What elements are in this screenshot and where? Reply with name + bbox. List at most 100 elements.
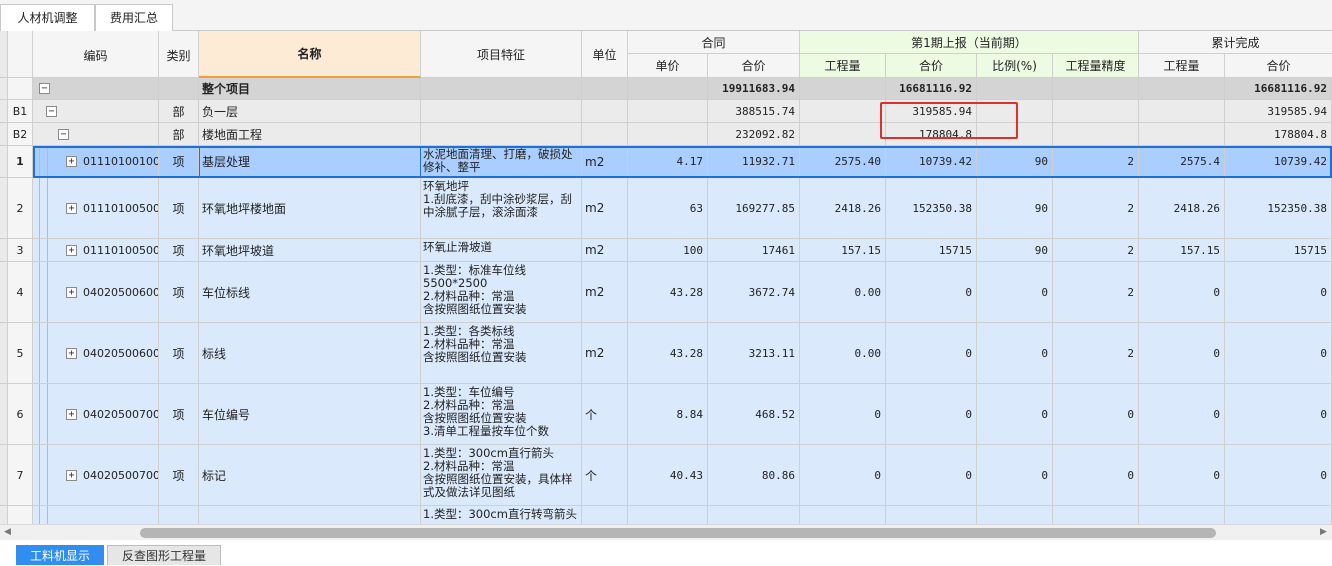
- cell-period-total[interactable]: 152350.38: [886, 178, 977, 239]
- cell-type[interactable]: 项: [159, 445, 199, 506]
- cell-code[interactable]: −: [33, 123, 159, 146]
- cell-cum-qty[interactable]: 2418.26: [1139, 178, 1225, 239]
- cell-period-ratio[interactable]: 90: [977, 146, 1053, 178]
- expand-icon[interactable]: +: [66, 244, 77, 256]
- cell-period-precision[interactable]: [1053, 506, 1139, 524]
- cell-period-total[interactable]: 0: [886, 262, 977, 323]
- cell-contract-total[interactable]: 19911683.94: [708, 78, 800, 100]
- cell-code[interactable]: +011101005001: [33, 178, 159, 239]
- cell-name[interactable]: 楼地面工程: [199, 123, 421, 146]
- cell-code[interactable]: +040205007001: [33, 384, 159, 445]
- cell-period-ratio[interactable]: 0: [977, 323, 1053, 384]
- header-cum-qty[interactable]: 工程量: [1139, 54, 1225, 78]
- cell-period-precision[interactable]: 0: [1053, 384, 1139, 445]
- cell-contract-price[interactable]: 4.17: [628, 146, 708, 178]
- cell-code[interactable]: −: [33, 100, 159, 123]
- header-type[interactable]: 类别: [159, 31, 199, 78]
- scrollbar-thumb[interactable]: [140, 528, 1216, 538]
- expand-icon[interactable]: +: [66, 347, 77, 359]
- cell-cum-total[interactable]: 319585.94: [1225, 100, 1332, 123]
- cell-unit[interactable]: m2: [582, 178, 628, 239]
- cell-period-precision[interactable]: [1053, 78, 1139, 100]
- cell-cum-total[interactable]: 10739.42: [1225, 146, 1332, 178]
- section-row[interactable]: B2 − 部楼地面工程 232092.82 178804.8 178804.8: [0, 123, 1332, 146]
- cell-period-ratio[interactable]: 0: [977, 445, 1053, 506]
- table-row[interactable]: 2 +011101005001 项环氧地坪楼地面 环氧地坪 1.刮底漆，刮中涂砂浆层，…: [0, 178, 1332, 239]
- cell-period-qty[interactable]: 0: [800, 445, 886, 506]
- cell-type[interactable]: 项: [159, 384, 199, 445]
- cell-cum-qty[interactable]: [1139, 506, 1225, 524]
- cell-period-total[interactable]: 319585.94: [886, 100, 977, 123]
- cell-cum-total[interactable]: 16681116.92: [1225, 78, 1332, 100]
- cell-unit[interactable]: 个: [582, 384, 628, 445]
- cell-cum-total[interactable]: 152350.38: [1225, 178, 1332, 239]
- table-row[interactable]: 3 +011101005002 项环氧地坪坡道 环氧止滑坡道 m2 100 17461 157…: [0, 239, 1332, 262]
- cell-contract-total[interactable]: 169277.85: [708, 178, 800, 239]
- cell-type[interactable]: 项: [159, 262, 199, 323]
- cell-contract-total[interactable]: 468.52: [708, 384, 800, 445]
- cell-period-qty[interactable]: [800, 78, 886, 100]
- cell-period-total[interactable]: 178804.8: [886, 123, 977, 146]
- cell-contract-price[interactable]: 63: [628, 178, 708, 239]
- cell-feature[interactable]: 1.类型：300cm直行箭头 2.材料品种：常温 含按照图纸位置安装，具体样式及…: [421, 445, 582, 506]
- cell-period-ratio[interactable]: 0: [977, 262, 1053, 323]
- expand-icon[interactable]: +: [66, 156, 77, 167]
- table-row[interactable]: 4 +040205006001 项车位标线 1.类型：标准车位线 5500*2500 …: [0, 262, 1332, 323]
- cell-unit[interactable]: [582, 506, 628, 524]
- cell-cum-qty[interactable]: 0: [1139, 445, 1225, 506]
- cell-name[interactable]: 负一层: [199, 100, 421, 123]
- cell-name[interactable]: 环氧地坪楼地面: [199, 178, 421, 239]
- cell-type[interactable]: [159, 506, 199, 524]
- cell-name[interactable]: 车位标线: [199, 262, 421, 323]
- cell-period-qty[interactable]: 0: [800, 384, 886, 445]
- tab-reverse-lookup[interactable]: 反查图形工程量: [107, 545, 221, 565]
- cell-contract-price[interactable]: 40.43: [628, 445, 708, 506]
- cell-cum-qty[interactable]: 0: [1139, 262, 1225, 323]
- cell-type[interactable]: 项: [159, 178, 199, 239]
- cell-cum-total[interactable]: 15715: [1225, 239, 1332, 262]
- cell-contract-total[interactable]: 11932.71: [708, 146, 800, 178]
- cell-period-precision[interactable]: [1053, 100, 1139, 123]
- cell-name[interactable]: 整个项目: [199, 78, 421, 100]
- cell-contract-total[interactable]: 3213.11: [708, 323, 800, 384]
- cell-feature[interactable]: 1.类型：各类标线 2.材料品种：常温 含按照图纸位置安装: [421, 323, 582, 384]
- cell-period-precision[interactable]: [1053, 123, 1139, 146]
- cell-period-total[interactable]: 0: [886, 445, 977, 506]
- cell-contract-total[interactable]: [708, 506, 800, 524]
- cell-contract-price[interactable]: [628, 78, 708, 100]
- tab-cost-summary[interactable]: 费用汇总: [95, 4, 173, 31]
- scroll-right-icon[interactable]: ▶: [1320, 527, 1327, 537]
- cell-period-precision[interactable]: 2: [1053, 146, 1139, 178]
- cell-period-precision[interactable]: 0: [1053, 445, 1139, 506]
- table-row[interactable]: 1 +011101001001 项基层处理 水泥地面清理、打磨，破损处修补、整平 m2 4…: [0, 146, 1332, 178]
- cell-period-total[interactable]: 10739.42: [886, 146, 977, 178]
- cell-contract-total[interactable]: 80.86: [708, 445, 800, 506]
- cell-unit[interactable]: [582, 123, 628, 146]
- collapse-icon[interactable]: −: [58, 128, 69, 140]
- cell-code[interactable]: +011101001001: [33, 146, 159, 178]
- cell-feature[interactable]: [421, 123, 582, 146]
- table-row[interactable]: 5 +040205006002 项标线 1.类型：各类标线 2.材料品种：常温 含按照…: [0, 323, 1332, 384]
- cell-name[interactable]: [199, 506, 421, 524]
- cell-contract-price[interactable]: [628, 506, 708, 524]
- cell-cum-qty[interactable]: 157.15: [1139, 239, 1225, 262]
- cell-period-qty[interactable]: 0.00: [800, 262, 886, 323]
- header-feature[interactable]: 项目特征: [421, 31, 582, 78]
- cell-type[interactable]: 部: [159, 100, 199, 123]
- cell-period-qty[interactable]: 157.15: [800, 239, 886, 262]
- cell-period-total[interactable]: 15715: [886, 239, 977, 262]
- cell-unit[interactable]: m2: [582, 146, 628, 178]
- cell-type[interactable]: [159, 78, 199, 100]
- cell-code[interactable]: +011101005002: [33, 239, 159, 262]
- header-contract-price[interactable]: 单价: [628, 54, 708, 78]
- cell-period-total[interactable]: 0: [886, 384, 977, 445]
- cell-contract-price[interactable]: 43.28: [628, 323, 708, 384]
- cell-period-qty[interactable]: 2418.26: [800, 178, 886, 239]
- header-code[interactable]: 编码: [33, 31, 159, 78]
- cell-type[interactable]: 项: [159, 323, 199, 384]
- project-total-row[interactable]: − 整个项目 19911683.94 16681116.92 16681116.92: [0, 78, 1332, 100]
- cell-period-total[interactable]: [886, 506, 977, 524]
- header-name[interactable]: 名称: [199, 31, 421, 78]
- cell-period-qty[interactable]: [800, 100, 886, 123]
- cell-feature[interactable]: 环氧地坪 1.刮底漆，刮中涂砂浆层，刮中涂腻子层，滚涂面漆: [421, 178, 582, 239]
